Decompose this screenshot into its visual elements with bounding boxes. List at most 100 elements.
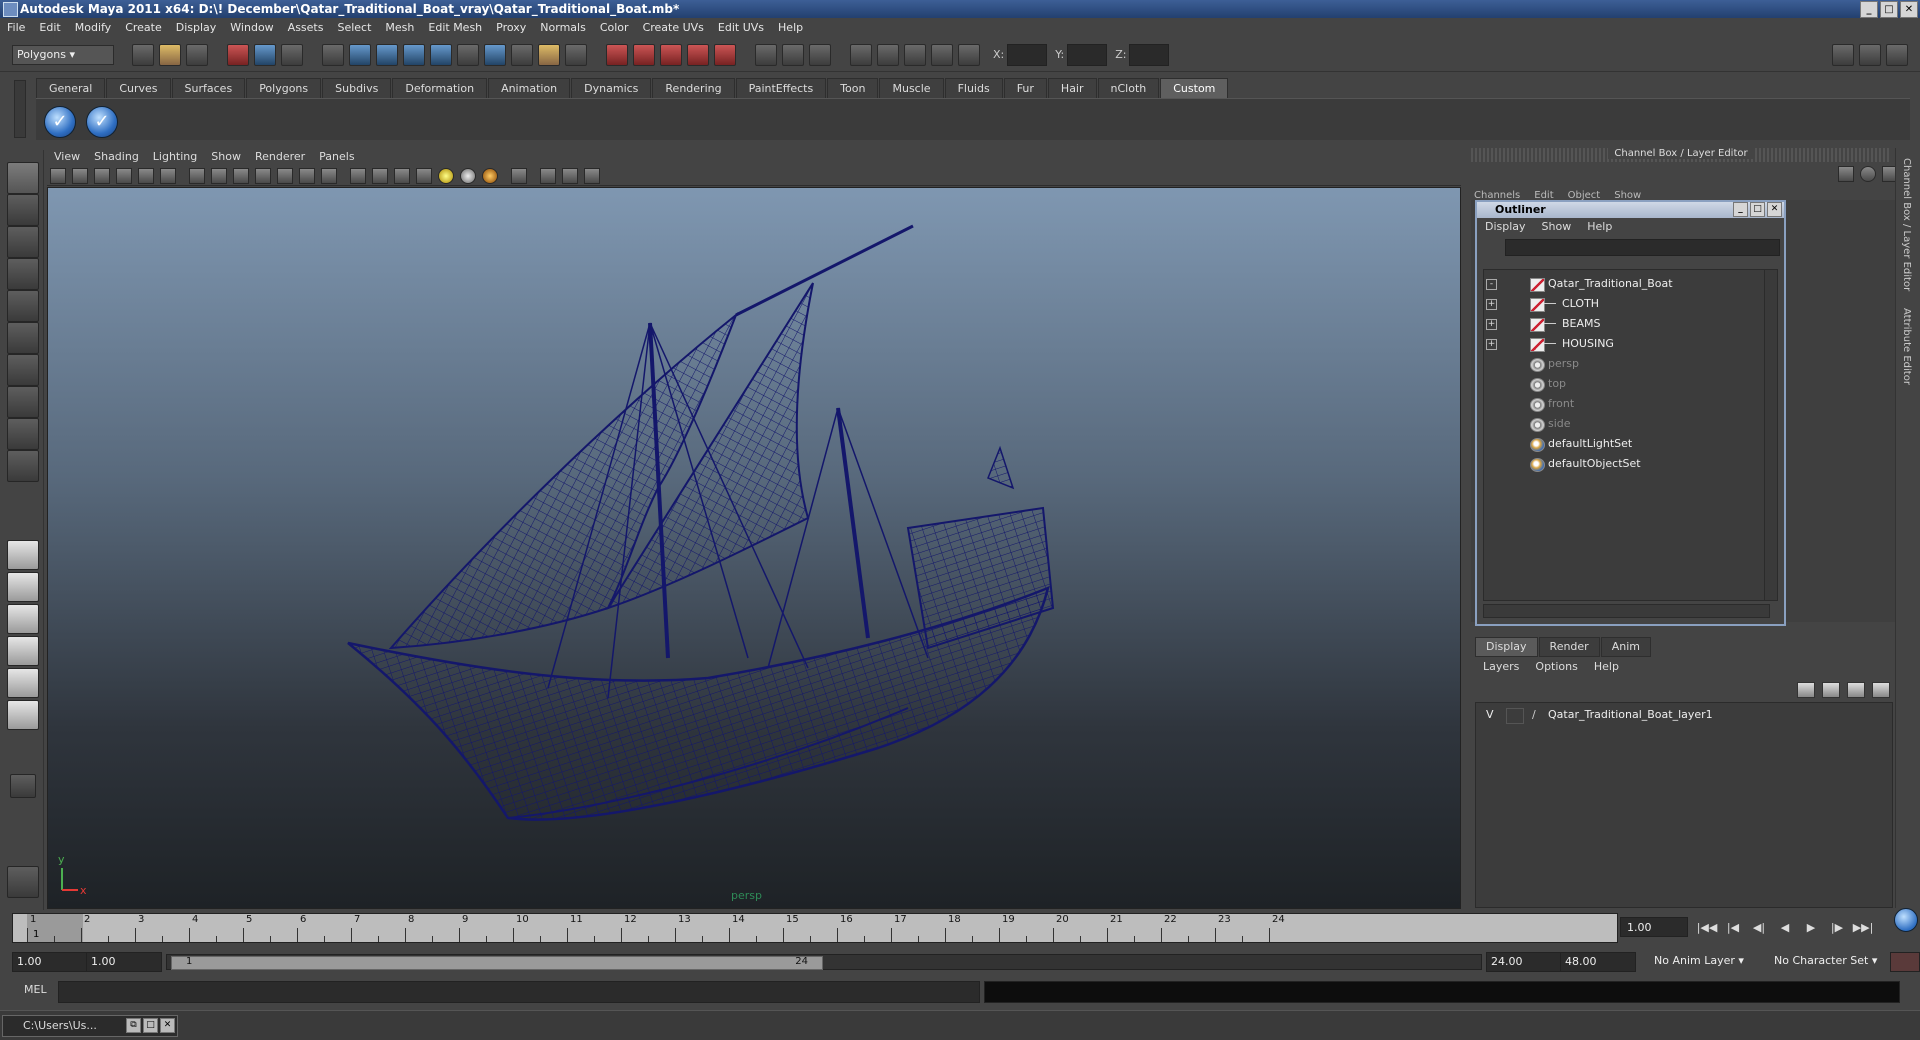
gate-mask-icon[interactable] bbox=[255, 167, 271, 184]
tool-settings-icon[interactable] bbox=[877, 43, 899, 66]
animation-end-field[interactable]: 48.00 bbox=[1560, 952, 1636, 972]
image-plane-icon[interactable] bbox=[116, 167, 132, 184]
resolution-gate-icon[interactable] bbox=[233, 167, 249, 184]
ipr-render-icon[interactable] bbox=[633, 43, 655, 66]
shelf-tab-hair[interactable]: Hair bbox=[1047, 77, 1097, 98]
layer-row[interactable]: V ∕ Qatar_Traditional_Boat_layer1 bbox=[1476, 707, 1894, 724]
shelf-tab-toon[interactable]: Toon bbox=[827, 77, 879, 98]
scale-tool-icon[interactable] bbox=[7, 322, 39, 354]
safe-title-icon[interactable] bbox=[321, 167, 337, 184]
textured-icon[interactable] bbox=[416, 167, 432, 184]
layer-tab-display[interactable]: Display bbox=[1475, 637, 1538, 657]
outliner-close-button[interactable]: ✕ bbox=[1767, 202, 1782, 217]
shelf-tab-dynamics[interactable]: Dynamics bbox=[571, 77, 652, 98]
select-component-icon[interactable] bbox=[281, 43, 303, 66]
quick-layout-icon[interactable] bbox=[7, 866, 39, 898]
shelf-options-handle[interactable] bbox=[14, 80, 26, 138]
high-quality-icon[interactable] bbox=[482, 167, 498, 184]
range-slider[interactable]: 1 24 bbox=[166, 954, 1482, 970]
play-forwards-button[interactable]: ▶ bbox=[1800, 918, 1822, 938]
shelf-tab-painteffects[interactable]: PaintEffects bbox=[735, 77, 827, 98]
layer-move-down-icon[interactable] bbox=[1822, 682, 1840, 698]
layer-visibility-toggle[interactable]: V bbox=[1486, 707, 1494, 723]
command-language-toggle[interactable]: MEL bbox=[24, 983, 47, 996]
minimized-maximize-button[interactable]: □ bbox=[143, 1018, 158, 1033]
shelf-tab-fluids[interactable]: Fluids bbox=[944, 77, 1003, 98]
construction-history-icon[interactable] bbox=[484, 43, 506, 66]
collapse-layouts-icon[interactable] bbox=[10, 774, 36, 798]
absolute-transform-icon[interactable] bbox=[958, 43, 980, 66]
outliner-menu-show[interactable]: Show bbox=[1534, 218, 1580, 236]
help-line-icon[interactable] bbox=[1894, 908, 1918, 932]
last-tool-icon[interactable] bbox=[7, 450, 39, 482]
layer-menu-layers[interactable]: Layers bbox=[1475, 658, 1527, 676]
check-icon[interactable]: ✓ bbox=[86, 106, 118, 138]
soft-modification-icon[interactable] bbox=[7, 386, 39, 418]
expand-icon[interactable]: + bbox=[1486, 339, 1497, 350]
go-to-end-button[interactable]: ▶▶| bbox=[1852, 918, 1874, 938]
menu-edit-uvs[interactable]: Edit UVs bbox=[711, 18, 771, 38]
outliner-vertical-scrollbar[interactable] bbox=[1764, 269, 1778, 601]
playback-start-field[interactable]: 1.00 bbox=[86, 952, 162, 972]
snap-point-icon[interactable] bbox=[376, 43, 398, 66]
toggle-tool-settings-icon[interactable] bbox=[1859, 43, 1881, 66]
check-icon[interactable]: ✓ bbox=[44, 106, 76, 138]
minimized-restore-button[interactable]: ⧉ bbox=[126, 1018, 141, 1033]
shelf-tab-general[interactable]: General bbox=[36, 77, 106, 98]
channel-box-menu-edit[interactable]: Edit bbox=[1534, 190, 1553, 201]
outliner-maximize-button[interactable]: □ bbox=[1750, 202, 1765, 217]
wireframe-on-shaded-icon[interactable] bbox=[394, 167, 410, 184]
toggle-attribute-editor-icon[interactable] bbox=[1832, 43, 1854, 66]
rotate-tool-icon[interactable] bbox=[7, 290, 39, 322]
menu-edit-mesh[interactable]: Edit Mesh bbox=[421, 18, 489, 38]
step-back-key-button[interactable]: ◀| bbox=[1748, 918, 1770, 938]
grid-icon[interactable] bbox=[189, 167, 205, 184]
step-back-frame-button[interactable]: |◀ bbox=[1722, 918, 1744, 938]
anim-layer-dropdown[interactable]: No Anim Layer ▾ bbox=[1650, 952, 1766, 970]
camera-attributes-icon[interactable] bbox=[72, 167, 88, 184]
animation-start-field[interactable]: 1.00 bbox=[12, 952, 88, 972]
outliner-filter-field[interactable] bbox=[1505, 239, 1780, 256]
safe-action-icon[interactable] bbox=[299, 167, 315, 184]
channel-box-speed-icon[interactable] bbox=[1860, 166, 1876, 182]
channel-box-manip-icon[interactable] bbox=[1838, 166, 1854, 182]
menu-help[interactable]: Help bbox=[771, 18, 810, 38]
new-layer-selected-icon[interactable] bbox=[1872, 682, 1890, 698]
viewport-menu-panels[interactable]: Panels bbox=[312, 148, 361, 166]
shelf-tab-surfaces[interactable]: Surfaces bbox=[171, 77, 246, 98]
viewport-menu-renderer[interactable]: Renderer bbox=[248, 148, 312, 166]
shelf-tab-fur[interactable]: Fur bbox=[1003, 77, 1047, 98]
isolate-select-icon[interactable] bbox=[511, 167, 527, 184]
menu-set-dropdown[interactable]: Polygons ▾ bbox=[12, 44, 114, 65]
persp-graph-layout-icon[interactable] bbox=[7, 636, 39, 666]
playback-end-field[interactable]: 24.00 bbox=[1486, 952, 1562, 972]
layer-menu-help[interactable]: Help bbox=[1586, 658, 1627, 676]
shelf-tab-ncloth[interactable]: nCloth bbox=[1097, 77, 1160, 98]
snap-curve-icon[interactable] bbox=[349, 43, 371, 66]
magnet-icon[interactable] bbox=[538, 43, 560, 66]
paint-select-tool-icon[interactable] bbox=[7, 226, 39, 258]
menu-assets[interactable]: Assets bbox=[281, 18, 331, 38]
grease-pencil-icon[interactable] bbox=[160, 167, 176, 184]
help-question-icon[interactable] bbox=[511, 43, 533, 66]
wireframe-icon[interactable] bbox=[350, 167, 366, 184]
render-current-icon[interactable] bbox=[606, 43, 628, 66]
play-backwards-button[interactable]: ◀ bbox=[1774, 918, 1796, 938]
attribute-editor-side-tab[interactable]: Attribute Editor bbox=[1901, 308, 1912, 385]
z-field[interactable] bbox=[1129, 43, 1170, 66]
shelf-tab-rendering[interactable]: Rendering bbox=[652, 77, 735, 98]
show-manipulator-icon[interactable] bbox=[7, 418, 39, 450]
lasso-tool-icon[interactable] bbox=[7, 194, 39, 226]
y-field[interactable] bbox=[1067, 43, 1108, 66]
hypershade-layout-icon[interactable] bbox=[7, 668, 39, 698]
viewport-menu-lighting[interactable]: Lighting bbox=[146, 148, 204, 166]
expand-icon[interactable]: + bbox=[1486, 299, 1497, 310]
outliner-horizontal-scrollbar[interactable] bbox=[1483, 604, 1770, 618]
open-scene-icon[interactable] bbox=[159, 43, 181, 66]
new-layer-icon[interactable] bbox=[1847, 682, 1865, 698]
current-time-field[interactable]: 1.00 bbox=[1620, 917, 1688, 937]
layer-menu-options[interactable]: Options bbox=[1527, 658, 1585, 676]
shelf-tab-animation[interactable]: Animation bbox=[488, 77, 571, 98]
field-chart-icon[interactable] bbox=[277, 167, 293, 184]
render-region-icon[interactable] bbox=[565, 43, 587, 66]
